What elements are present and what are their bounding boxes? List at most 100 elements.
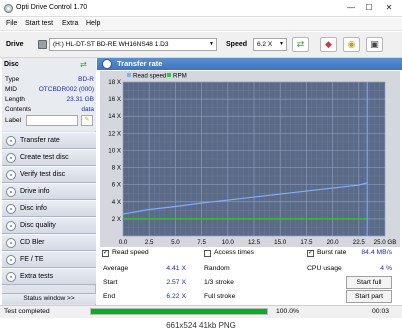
progress-bar (90, 308, 268, 315)
nav-drive-info[interactable]: Drive info (2, 183, 96, 200)
legend-swatch (167, 73, 171, 77)
x-tick-label: 15.0 (274, 239, 287, 246)
disc-label-input[interactable] (26, 115, 78, 126)
y-tick-label: 18 X (108, 79, 121, 86)
x-tick-label: 17.5 (300, 239, 313, 246)
progress-fill (91, 309, 267, 314)
series-point-read-speed (332, 187, 334, 189)
x-tick-label: 2.5 (145, 239, 154, 246)
maximize-button[interactable]: ☐ (362, 2, 376, 14)
y-tick-label: 2 X (112, 216, 121, 223)
series-point-read-speed (122, 213, 124, 215)
y-tick-label: 6 X (112, 182, 121, 189)
nav-disc-icon (6, 238, 16, 248)
panel-title: Transfer rate (117, 59, 163, 68)
nav-disc-quality[interactable]: Disc quality (2, 217, 96, 234)
nav-disc-icon (6, 187, 16, 197)
save-icon[interactable]: ▣ (366, 37, 383, 52)
read-speed-checkbox[interactable]: ✓ (102, 250, 109, 257)
nav-disc-icon (6, 153, 16, 163)
end-value: 6.22 X (166, 293, 186, 300)
cpu-usage-label: CPU usage (307, 265, 342, 272)
x-tick-label: 22.5 (353, 239, 366, 246)
nav-transfer-rate[interactable]: Transfer rate (2, 132, 96, 149)
window-title: Opti Drive Control 1.70 (16, 4, 88, 11)
status-window-button[interactable]: Status window >> (2, 293, 96, 304)
start-part-button[interactable]: Start part (346, 290, 392, 303)
menu-start-test[interactable]: Start test (25, 20, 53, 27)
disc-mid-value: OTCBDR002 (000) (38, 86, 94, 93)
speed-select-value: 6.2 X (257, 41, 273, 48)
nav-label: Transfer rate (20, 137, 60, 144)
one-third-stroke-label: 1/3 stroke (204, 279, 234, 286)
speed-select[interactable]: 6.2 X ▼ (253, 38, 287, 51)
burst-rate-value: 84.4 MB/s (361, 249, 392, 256)
panel-header: Transfer rate (97, 58, 402, 70)
series-point-read-speed (227, 199, 229, 201)
chevron-down-icon: ▼ (209, 41, 214, 47)
menu-file[interactable]: File (6, 20, 17, 27)
y-tick-label: 10 X (108, 147, 121, 154)
nav-verify-test-disc[interactable]: Verify test disc (2, 166, 96, 183)
drive-icon (38, 40, 47, 49)
progress-percent: 100.0% (276, 308, 300, 315)
y-tick-label: 14 X (108, 113, 121, 120)
disc-refresh-icon[interactable]: ⇄ (80, 60, 92, 70)
disc-contents-label: Contents (5, 106, 32, 113)
refresh-arrows-icon[interactable]: ⇄ (292, 37, 309, 52)
disc-copy-icon[interactable]: ◉ (343, 37, 360, 52)
title-bar: Opti Drive Control 1.70 — ☐ ✕ (0, 0, 402, 17)
x-tick-label: 12.5 (248, 239, 261, 246)
full-stroke-label: Full stroke (204, 293, 236, 300)
disc-header: Disc (4, 61, 19, 68)
nav-fe-te[interactable]: FE / TE (2, 251, 96, 268)
nav-label: CD Bler (20, 239, 45, 246)
series-point-read-speed (358, 184, 360, 186)
nav-label: Disc quality (20, 222, 56, 229)
legend-label: Read speed (133, 73, 167, 80)
start-full-button[interactable]: Start full (346, 276, 392, 289)
drive-select[interactable]: (H:) HL-DT-ST BD-RE WH16NS48 1.D3 ▼ (49, 38, 217, 51)
menu-help[interactable]: Help (86, 20, 100, 27)
drive-toolbar: Drive (H:) HL-DT-ST BD-RE WH16NS48 1.D3 … (0, 32, 402, 58)
disc-mid-label: MID (5, 86, 17, 93)
nav-label: FE / TE (20, 256, 44, 263)
close-button[interactable]: ✕ (382, 2, 396, 14)
nav-cd-bler[interactable]: CD Bler (2, 234, 96, 251)
x-tick-label: 7.5 (197, 239, 206, 246)
burst-rate-checkbox[interactable]: ✓ (307, 250, 314, 257)
series-point-read-speed (305, 190, 307, 192)
nav-disc-icon (6, 221, 16, 231)
series-point-rpm (122, 218, 124, 220)
nav-disc-icon (6, 255, 16, 265)
series-point-read-speed (279, 193, 281, 195)
elapsed-time: 00:03 (372, 308, 390, 315)
nav-disc-icon (6, 170, 16, 180)
eraser-icon[interactable]: ◆ (320, 37, 337, 52)
transfer-rate-chart: 2 X 4 X 6 X 8 X 10 X 12 X 14 X 16 X 18 X 0.0 2.5 5.… (108, 73, 396, 247)
nav-label: Extra tests (20, 273, 54, 280)
nav-label: Disc info (20, 205, 47, 212)
image-info-caption: 661x524 41kb PNG (166, 321, 236, 330)
chart-container: 2 X 4 X 6 X 8 X 10 X 12 X 14 X 16 X 18 X 0.0 2.5 5.… (100, 71, 400, 247)
average-label: Average (103, 265, 129, 272)
x-tick-label: 10.0 (222, 239, 235, 246)
y-tick-label: 4 X (112, 199, 121, 206)
start-value: 2.57 X (166, 279, 186, 286)
nav-disc-icon (6, 272, 16, 282)
x-tick-label: 5.0 (171, 239, 180, 246)
menu-extra[interactable]: Extra (62, 20, 78, 27)
y-tick-label: 12 X (108, 130, 121, 137)
access-times-checkbox[interactable] (204, 250, 211, 257)
image-footer: 661x524 41kb PNG (0, 318, 402, 334)
legend-swatch (127, 73, 131, 77)
nav-disc-info[interactable]: Disc info (2, 200, 96, 217)
nav-create-test-disc[interactable]: Create test disc (2, 149, 96, 166)
cpu-usage-value: 4 % (380, 265, 392, 272)
edit-label-icon[interactable]: ✎ (81, 115, 93, 126)
minimize-button[interactable]: — (344, 2, 358, 14)
start-label: Start (103, 279, 118, 286)
nav-extra-tests[interactable]: Extra tests (2, 268, 96, 285)
nav-disc-icon (6, 136, 16, 146)
legend-label: RPM (173, 73, 187, 80)
